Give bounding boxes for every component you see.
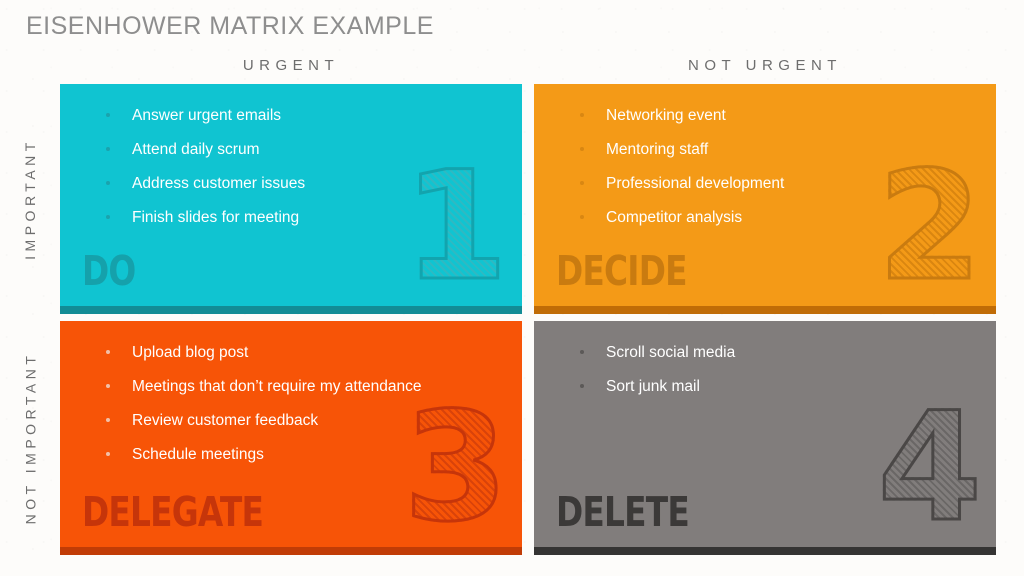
task-label: Review customer feedback <box>132 412 319 429</box>
list-item[interactable]: Competitor analysis <box>580 210 926 226</box>
task-label: Attend daily scrum <box>132 141 260 158</box>
task-label: Competitor analysis <box>606 209 743 226</box>
quadrant-delegate[interactable]: Upload blog post Meetings that don’t req… <box>60 321 522 555</box>
quadrant-number-2: 2 <box>876 140 983 314</box>
bullet-icon <box>106 147 110 151</box>
quadrant-do-body: Answer urgent emails Attend daily scrum … <box>60 84 522 306</box>
quadrant-delegate-accent-bar <box>60 547 522 555</box>
list-item[interactable]: Professional development <box>580 176 926 192</box>
list-item[interactable]: Sort junk mail <box>580 379 926 395</box>
list-item[interactable]: Schedule meetings <box>106 447 452 463</box>
bullet-icon <box>106 418 110 422</box>
bullet-icon <box>580 215 584 219</box>
bullet-icon <box>580 350 584 354</box>
quadrant-action-label-decide: DECIDE <box>556 247 688 295</box>
list-item[interactable]: Meetings that don’t require my attendanc… <box>106 379 452 395</box>
quadrant-number-4: 4 <box>876 381 983 555</box>
bullet-icon <box>580 147 584 151</box>
quadrant-decide[interactable]: Networking event Mentoring staff Profess… <box>534 84 996 314</box>
row-header-important: IMPORTANT <box>0 84 60 314</box>
list-item[interactable]: Upload blog post <box>106 345 452 361</box>
list-item[interactable]: Mentoring staff <box>580 142 926 158</box>
quadrant-delete-accent-bar <box>534 547 996 555</box>
task-label: Answer urgent emails <box>132 107 282 124</box>
task-label: Meetings that don’t require my attendanc… <box>132 378 422 395</box>
task-label: Upload blog post <box>132 344 249 361</box>
task-label: Mentoring staff <box>606 141 709 158</box>
list-item[interactable]: Networking event <box>580 108 926 124</box>
list-item[interactable]: Finish slides for meeting <box>106 210 452 226</box>
quadrant-decide-accent-bar <box>534 306 996 314</box>
task-label: Address customer issues <box>132 175 306 192</box>
task-label: Scroll social media <box>606 344 736 361</box>
task-label: Sort junk mail <box>606 378 700 395</box>
column-header-not-urgent: NOT URGENT <box>688 57 842 74</box>
column-header-urgent: URGENT <box>242 57 340 74</box>
bullet-icon <box>580 181 584 185</box>
list-item[interactable]: Attend daily scrum <box>106 142 452 158</box>
task-list-delegate: Upload blog post Meetings that don’t req… <box>106 345 452 481</box>
quadrant-do[interactable]: Answer urgent emails Attend daily scrum … <box>60 84 522 314</box>
bullet-icon <box>106 350 110 354</box>
task-label: Finish slides for meeting <box>132 209 300 226</box>
bullet-icon <box>580 113 584 117</box>
bullet-icon <box>106 215 110 219</box>
quadrant-delegate-body: Upload blog post Meetings that don’t req… <box>60 321 522 547</box>
quadrant-action-label-delete: DELETE <box>556 488 690 536</box>
list-item[interactable]: Address customer issues <box>106 176 452 192</box>
quadrant-number-3: 3 <box>402 381 509 555</box>
bullet-icon <box>106 181 110 185</box>
bullet-icon <box>106 452 110 456</box>
quadrant-action-label-delegate: DELEGATE <box>82 488 264 536</box>
quadrant-do-accent-bar <box>60 306 522 314</box>
quadrant-decide-body: Networking event Mentoring staff Profess… <box>534 84 996 306</box>
task-list-do: Answer urgent emails Attend daily scrum … <box>106 108 452 244</box>
quadrant-number-1: 1 <box>402 140 509 314</box>
task-list-delete: Scroll social media Sort junk mail <box>580 345 926 413</box>
quadrant-delete[interactable]: Scroll social media Sort junk mail DELET… <box>534 321 996 555</box>
task-label: Schedule meetings <box>132 446 264 463</box>
page-title: EISENHOWER MATRIX EXAMPLE <box>26 12 434 40</box>
bullet-icon <box>580 384 584 388</box>
quadrant-action-label-do: DO <box>82 247 136 295</box>
task-list-decide: Networking event Mentoring staff Profess… <box>580 108 926 244</box>
quadrant-delete-body: Scroll social media Sort junk mail DELET… <box>534 321 996 547</box>
list-item[interactable]: Answer urgent emails <box>106 108 452 124</box>
task-label: Professional development <box>606 175 785 192</box>
row-header-important-label: IMPORTANT <box>22 138 38 260</box>
row-header-not-important: NOT IMPORTANT <box>0 321 60 555</box>
row-header-not-important-label: NOT IMPORTANT <box>22 351 38 525</box>
bullet-icon <box>106 113 110 117</box>
list-item[interactable]: Scroll social media <box>580 345 926 361</box>
list-item[interactable]: Review customer feedback <box>106 413 452 429</box>
bullet-icon <box>106 384 110 388</box>
task-label: Networking event <box>606 107 726 124</box>
